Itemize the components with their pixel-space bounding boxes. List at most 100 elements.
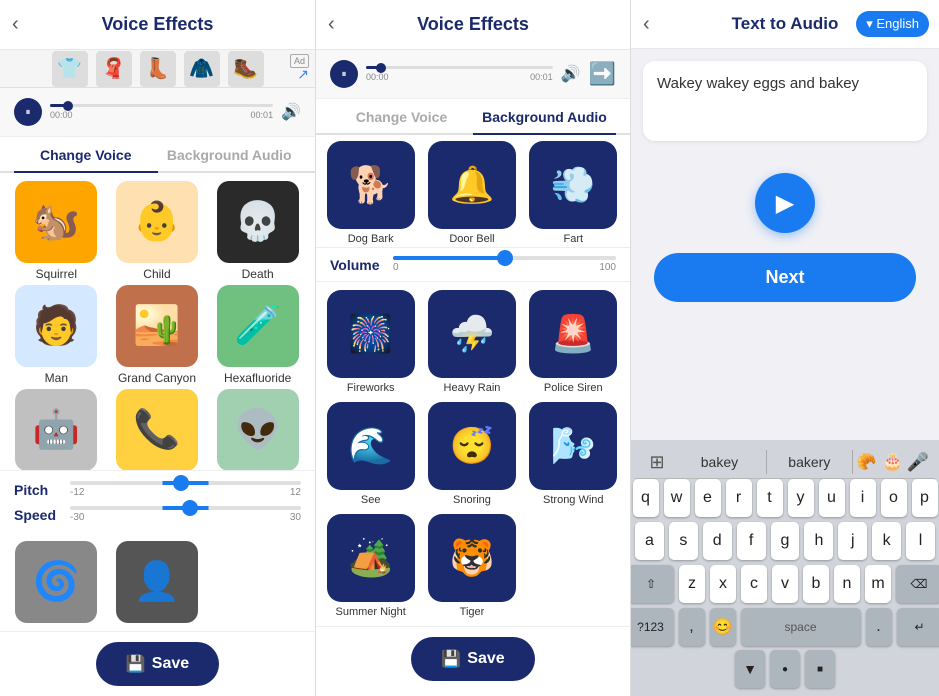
key-d[interactable]: d (703, 522, 732, 560)
panel1-tab-background-audio[interactable]: Background Audio (158, 137, 302, 171)
bg-item-see[interactable]: 🌊 See (324, 402, 417, 506)
key-circle[interactable]: ● (770, 650, 800, 688)
panel1-progress-track[interactable] (50, 104, 273, 107)
key-h[interactable]: h (804, 522, 833, 560)
pitch-slider-row: Pitch -12 12 (14, 481, 301, 498)
panel1-tab-change-voice[interactable]: Change Voice (14, 137, 158, 171)
voice-item-telephone[interactable]: 📞 Telephone (109, 389, 206, 470)
panel2-pause-button[interactable]: ⏸ (330, 60, 358, 88)
key-o[interactable]: o (881, 479, 907, 517)
voice-item-big-robot[interactable]: 🤖 Big Robot (8, 389, 105, 470)
voice-item-man[interactable]: 🧑 Man (8, 285, 105, 385)
bg-item-fireworks[interactable]: 🎆 Fireworks (324, 290, 417, 394)
panel1-progress-bar[interactable]: 00:00 00:01 (50, 104, 273, 120)
partial-item-1[interactable]: 🌀 (8, 541, 105, 623)
pitch-thumb[interactable] (173, 475, 189, 491)
bg-item-heavy-rain[interactable]: ⛈️ Heavy Rain (425, 290, 518, 394)
key-comma[interactable]: , (679, 608, 705, 646)
keyboard-mic-icon[interactable]: 🎤 (907, 452, 929, 473)
panel1-save-button[interactable]: 💾 Save (96, 642, 219, 686)
keyboard-suggestion-2[interactable]: bakery (766, 450, 853, 474)
panel2-volume-icon[interactable]: 🔊 (561, 64, 581, 84)
voice-item-death[interactable]: 💀 Death (209, 181, 306, 281)
key-s[interactable]: s (669, 522, 698, 560)
pitch-slider[interactable]: -12 12 (70, 481, 301, 498)
panel1-volume-icon[interactable]: 🔊 (281, 102, 301, 122)
key-b[interactable]: b (803, 565, 829, 603)
key-q[interactable]: q (633, 479, 659, 517)
voice-item-squirrel[interactable]: 🐿️ Squirrel (8, 181, 105, 281)
panel1-back-button[interactable]: ‹ (12, 13, 19, 36)
volume-thumb[interactable] (497, 250, 513, 266)
key-w[interactable]: w (664, 479, 690, 517)
key-z[interactable]: z (679, 565, 705, 603)
panel1-time-current: 00:00 (50, 110, 73, 120)
key-y[interactable]: y (788, 479, 814, 517)
panel3-back-button[interactable]: ‹ (643, 13, 650, 36)
panel2-direction-icon[interactable]: ➡️ (589, 61, 616, 87)
panel1-pause-button[interactable]: ⏸ (14, 98, 42, 126)
bg-item-tiger[interactable]: 🐯 Tiger (425, 514, 518, 618)
key-x[interactable]: x (710, 565, 736, 603)
key-e[interactable]: e (695, 479, 721, 517)
speed-track[interactable] (70, 506, 301, 510)
key-v[interactable]: v (772, 565, 798, 603)
panel2-back-button[interactable]: ‹ (328, 13, 335, 36)
voice-item-extraterrestrial[interactable]: 👽 Extraterrestrial (209, 389, 306, 470)
voice-item-grand-canyon[interactable]: 🏜️ Grand Canyon (109, 285, 206, 385)
key-n[interactable]: n (834, 565, 860, 603)
bg-item-police-siren[interactable]: 🚨 Police Siren (527, 290, 620, 394)
keyboard-grid-icon[interactable]: ⊞ (641, 452, 673, 473)
key-down[interactable]: ▼ (735, 650, 765, 688)
key-j[interactable]: j (838, 522, 867, 560)
panel2-save-button[interactable]: 💾 Save (411, 637, 534, 681)
emoji-suggestion-2[interactable]: 🎂 (883, 452, 903, 472)
key-shift[interactable]: ⇧ (630, 565, 674, 603)
panel2-progress-bar[interactable]: 00:00 00:01 (366, 66, 553, 82)
panel3-play-button[interactable]: ▶ (755, 173, 815, 233)
bg-item-summer-night[interactable]: 🏕️ Summer Night (324, 514, 417, 618)
bg-item-snoring[interactable]: 😴 Snoring (425, 402, 518, 506)
key-u[interactable]: u (819, 479, 845, 517)
key-i[interactable]: i (850, 479, 876, 517)
panel3-next-button[interactable]: Next (654, 253, 916, 302)
key-p[interactable]: p (912, 479, 938, 517)
key-period[interactable]: . (866, 608, 892, 646)
key-emoji[interactable]: 😊 (710, 608, 736, 646)
bg-item-door-bell[interactable]: 🔔 Door Bell (425, 141, 518, 245)
key-f[interactable]: f (737, 522, 766, 560)
key-a[interactable]: a (635, 522, 664, 560)
key-symbol[interactable]: ?123 (630, 608, 674, 646)
panel2-progress-track[interactable] (366, 66, 553, 69)
pitch-track[interactable] (70, 481, 301, 485)
panel2-tab-background-audio[interactable]: Background Audio (473, 99, 616, 133)
key-enter[interactable]: ↵ (897, 608, 939, 646)
voice-item-hexafluoride[interactable]: 🧪 Hexafluoride (209, 285, 306, 385)
key-l[interactable]: l (906, 522, 935, 560)
speed-slider[interactable]: -30 30 (70, 506, 301, 523)
panel2-tab-change-voice[interactable]: Change Voice (330, 99, 473, 133)
key-k[interactable]: k (872, 522, 901, 560)
volume-track[interactable] (393, 256, 616, 260)
partial-item-2[interactable]: 👤 (109, 541, 206, 623)
key-square[interactable]: ■ (805, 650, 835, 688)
bg-item-strong-wind[interactable]: 🌬️ Strong Wind (527, 402, 620, 506)
volume-slider[interactable]: 0 100 (393, 256, 616, 273)
key-r[interactable]: r (726, 479, 752, 517)
panel3-text-display[interactable]: Wakey wakey eggs and bakey (643, 61, 927, 141)
key-m[interactable]: m (865, 565, 891, 603)
voice-avatar-child: 👶 (116, 181, 198, 263)
voice-item-child[interactable]: 👶 Child (109, 181, 206, 281)
emoji-suggestion-1[interactable]: 🥐 (857, 452, 877, 472)
bg-item-fart[interactable]: 💨 Fart (527, 141, 620, 245)
bg-item-dog-bark[interactable]: 🐕 Dog Bark (324, 141, 417, 245)
keyboard-suggestion-1[interactable]: bakey (677, 450, 762, 474)
key-g[interactable]: g (771, 522, 800, 560)
key-space[interactable]: space (741, 608, 861, 646)
speed-slider-row: Speed -30 30 (14, 506, 301, 523)
key-c[interactable]: c (741, 565, 767, 603)
panel3-language-button[interactable]: ▾ English (856, 11, 929, 37)
speed-thumb[interactable] (182, 500, 198, 516)
key-t[interactable]: t (757, 479, 783, 517)
key-delete[interactable]: ⌫ (896, 565, 939, 603)
